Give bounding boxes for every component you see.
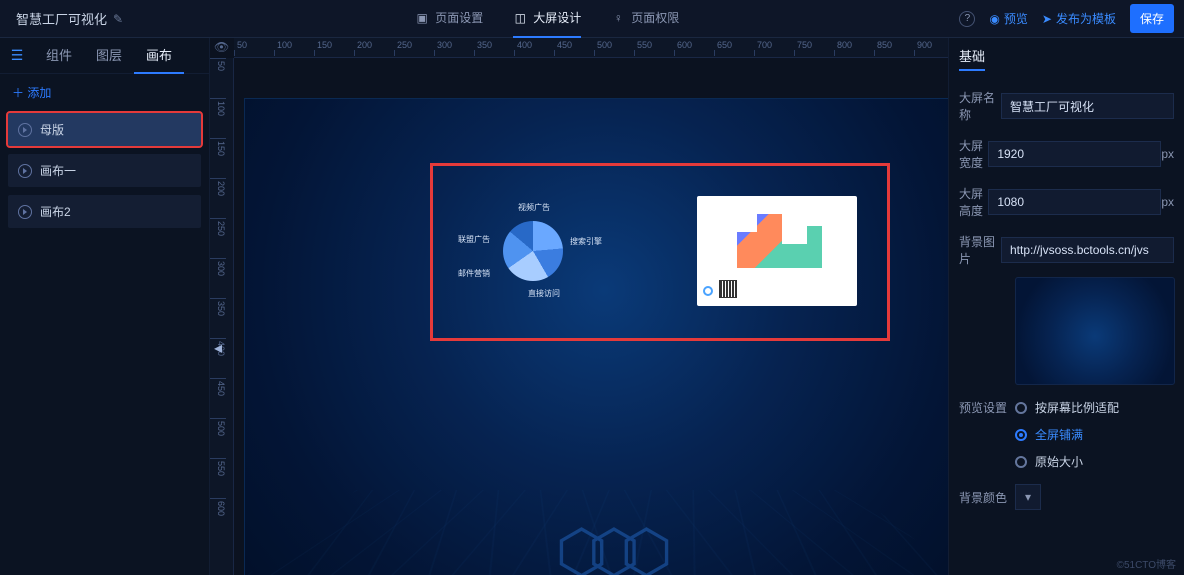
label-screen-height: 大屏高度 (959, 185, 988, 219)
canvas-area: 👁 50100150200250300350400450500550600650… (210, 38, 948, 575)
ltab-components[interactable]: 组件 (34, 38, 84, 74)
canvas-item-label: 母版 (40, 121, 64, 138)
logo-dot-icon (703, 286, 713, 296)
radio-full[interactable]: 全屏铺满 (1015, 426, 1119, 443)
pie-label: 搜索引擎 (570, 236, 602, 247)
canvas-prev-arrow-icon[interactable]: ◂ (214, 338, 228, 358)
bg-color-picker[interactable]: ▾ (1015, 484, 1041, 510)
properties-panel: 基础 大屏名称 大屏宽度 px 大屏高度 px 背景图片 预览设置 按屏幕比例适… (948, 38, 1184, 575)
tab-screen-design-label: 大屏设计 (533, 9, 581, 26)
selection-outline[interactable]: 视频广告 搜索引擎 直接访问 邮件营销 联盟广告 (430, 163, 890, 341)
unit-width: px (1161, 147, 1174, 161)
publish-label: 发布为模板 (1056, 10, 1116, 27)
pie-chart-widget[interactable]: 视频广告 搜索引擎 直接访问 邮件营销 联盟广告 (458, 196, 628, 316)
tab-screen-design[interactable]: ◫ 大屏设计 (513, 0, 581, 38)
row-bg-image: 背景图片 (959, 233, 1174, 267)
image-card-widget[interactable] (697, 196, 857, 306)
canvas-item-2[interactable]: 画布2 (8, 195, 201, 228)
play-icon (18, 123, 32, 137)
tab-page-settings[interactable]: ▣ 页面设置 (415, 0, 483, 38)
screen-stage[interactable]: 视频广告 搜索引擎 直接访问 邮件营销 联盟广告 ⬡⬡⬡ (244, 98, 948, 575)
radio-dot-icon (1015, 429, 1027, 441)
row-preview-settings: 预览设置 按屏幕比例适配 全屏铺满 原始大小 (959, 399, 1174, 470)
input-screen-name[interactable] (1001, 93, 1174, 119)
input-screen-width[interactable] (988, 141, 1161, 167)
illustration-icon (727, 208, 827, 268)
ruler-horizontal: 5010015020025030035040045050055060065070… (234, 38, 948, 58)
stage-hex-decor: ⬡⬡⬡ (555, 517, 652, 575)
project-title[interactable]: 智慧工厂可视化 ✎ (0, 9, 135, 28)
top-tabs: ▣ 页面设置 ◫ 大屏设计 ♀ 页面权限 (415, 0, 679, 38)
left-panel: ☰ 组件 图层 画布 ＋ 添加 母版 画布一 画布2 (0, 38, 210, 575)
page-auth-icon: ♀ (611, 11, 625, 25)
qr-code-icon (719, 280, 737, 298)
add-canvas-button[interactable]: ＋ 添加 (0, 74, 209, 109)
top-right-actions: ? ◉ 预览 ➤ 发布为模板 保存 (959, 4, 1184, 33)
radio-full-label: 全屏铺满 (1035, 426, 1083, 443)
pie-label: 邮件营销 (458, 268, 490, 279)
add-canvas-label: 添加 (27, 86, 51, 100)
pie-label: 视频广告 (518, 202, 550, 213)
ruler-vertical: 50100150200250300350400450500550600 (210, 58, 234, 575)
radio-fit[interactable]: 按屏幕比例适配 (1015, 399, 1119, 416)
preview-radio-group: 按屏幕比例适配 全屏铺满 原始大小 (1015, 399, 1119, 470)
canvas-item-master[interactable]: 母版 (8, 113, 201, 146)
canvas-item-1[interactable]: 画布一 (8, 154, 201, 187)
ltab-canvas[interactable]: 画布 (134, 38, 184, 74)
bg-image-preview[interactable] (1015, 277, 1175, 385)
radio-dot-icon (1015, 402, 1027, 414)
row-screen-height: 大屏高度 px (959, 185, 1174, 219)
watermark: ©51CTO博客 (1117, 556, 1176, 571)
panel-tab-basic[interactable]: 基础 (959, 46, 985, 71)
label-screen-width: 大屏宽度 (959, 137, 988, 171)
ruler-visibility-icon[interactable]: 👁 (214, 40, 229, 54)
radio-dot-icon (1015, 456, 1027, 468)
preview-label: 预览 (1004, 10, 1028, 27)
label-bg-image: 背景图片 (959, 233, 1001, 267)
pie-chart (503, 221, 563, 281)
send-icon: ➤ (1042, 12, 1052, 26)
row-screen-name: 大屏名称 (959, 89, 1174, 123)
plus-icon: ＋ (12, 86, 24, 100)
canvas-item-label: 画布一 (40, 162, 76, 179)
help-icon[interactable]: ? (959, 11, 975, 27)
tab-page-auth[interactable]: ♀ 页面权限 (611, 0, 679, 38)
radio-original-label: 原始大小 (1035, 453, 1083, 470)
input-bg-image[interactable] (1001, 237, 1174, 263)
play-icon (18, 205, 32, 219)
input-screen-height[interactable] (988, 189, 1161, 215)
canvas-item-label: 画布2 (40, 203, 71, 220)
row-bg-color: 背景颜色 ▾ (959, 484, 1174, 510)
save-button[interactable]: 保存 (1130, 4, 1174, 33)
pie-label: 直接访问 (528, 288, 560, 299)
left-tabs: ☰ 组件 图层 画布 (0, 38, 209, 74)
screen-design-icon: ◫ (513, 11, 527, 25)
row-screen-width: 大屏宽度 px (959, 137, 1174, 171)
preview-link[interactable]: ◉ 预览 (989, 10, 1028, 27)
label-bg-color: 背景颜色 (959, 489, 1015, 506)
eye-icon: ◉ (989, 12, 999, 26)
publish-link[interactable]: ➤ 发布为模板 (1042, 10, 1116, 27)
unit-height: px (1161, 195, 1174, 209)
radio-original[interactable]: 原始大小 (1015, 453, 1119, 470)
project-title-text: 智慧工厂可视化 (16, 9, 107, 28)
menu-icon[interactable]: ☰ (0, 47, 34, 64)
radio-fit-label: 按屏幕比例适配 (1035, 399, 1119, 416)
pie-label: 联盟广告 (458, 234, 490, 245)
label-screen-name: 大屏名称 (959, 89, 1001, 123)
stage-viewport[interactable]: 视频广告 搜索引擎 直接访问 邮件营销 联盟广告 ⬡⬡⬡ (234, 58, 948, 575)
tab-page-auth-label: 页面权限 (631, 9, 679, 26)
play-icon (18, 164, 32, 178)
label-preview-settings: 预览设置 (959, 399, 1015, 416)
edit-title-icon[interactable]: ✎ (113, 12, 123, 26)
page-settings-icon: ▣ (415, 11, 429, 25)
tab-page-settings-label: 页面设置 (435, 9, 483, 26)
main-area: ☰ 组件 图层 画布 ＋ 添加 母版 画布一 画布2 👁 50100150200… (0, 38, 1184, 575)
top-bar: 智慧工厂可视化 ✎ ▣ 页面设置 ◫ 大屏设计 ♀ 页面权限 ? ◉ 预览 ➤ … (0, 0, 1184, 38)
ltab-layers[interactable]: 图层 (84, 38, 134, 74)
